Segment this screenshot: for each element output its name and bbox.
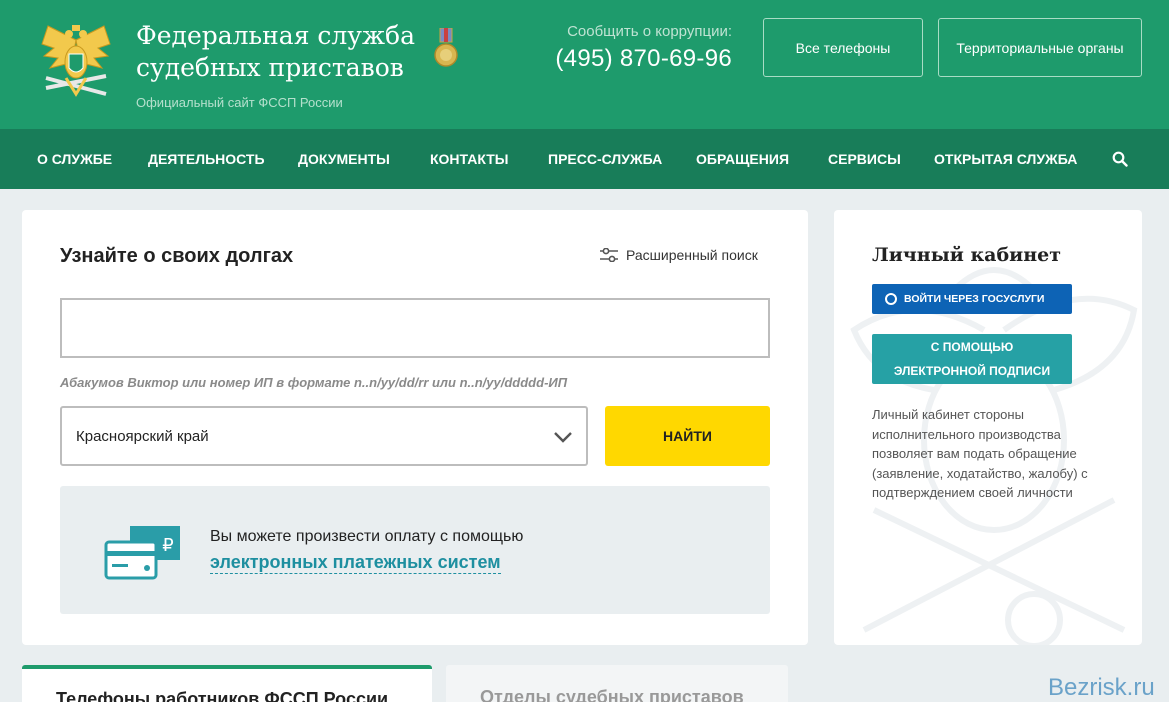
corruption-phone[interactable]: (495) 870-69-96: [520, 45, 732, 73]
tab-bailiff-departments[interactable]: Отделы судебных приставов: [446, 665, 788, 702]
search-icon[interactable]: [1112, 151, 1128, 167]
gosuslugi-ring-icon: [885, 293, 897, 305]
site-header: Федеральная служба судебных приставов Оф…: [0, 0, 1169, 129]
territorial-bodies-button[interactable]: Территориальные органы: [938, 18, 1142, 77]
debt-search-card: Узнайте о своих долгах Расширенный поиск…: [22, 210, 808, 645]
nav-item-contacts[interactable]: КОНТАКТЫ: [430, 151, 508, 167]
cabinet-title: Личный кабинет: [872, 244, 1062, 266]
payment-systems-link[interactable]: электронных платежных систем: [210, 552, 501, 574]
tab-employee-phones[interactable]: Телефоны работников ФССП России: [22, 665, 432, 702]
gosuslugi-label: ВОЙТИ ЧЕРЕЗ ГОСУСЛУГИ: [904, 293, 1045, 305]
digital-signature-button[interactable]: С ПОМОЩЬЮ ЭЛЕКТРОННОЙ ПОДПИСИ: [872, 334, 1072, 384]
advanced-search-label: Расширенный поиск: [626, 247, 758, 263]
search-hint: Абакумов Виктор или номер ИП в формате n…: [60, 375, 568, 390]
sliders-icon: [600, 248, 618, 262]
watermark-text: Bezrisk.ru: [1048, 674, 1155, 701]
site-subtitle: Официальный сайт ФССП России: [136, 95, 343, 110]
debtor-search-input[interactable]: [60, 298, 770, 358]
nav-item-activity[interactable]: ДЕЯТЕЛЬНОСТЬ: [148, 151, 265, 167]
debt-search-title: Узнайте о своих долгах: [60, 245, 294, 267]
main-nav: О СЛУЖБЕ ДЕЯТЕЛЬНОСТЬ ДОКУМЕНТЫ КОНТАКТЫ…: [0, 129, 1169, 189]
nav-item-services[interactable]: СЕРВИСЫ: [828, 151, 901, 167]
chevron-down-icon: [554, 432, 572, 443]
cabinet-description: Личный кабинет стороны исполнительного п…: [872, 407, 1088, 500]
region-select[interactable]: Красноярский край: [60, 406, 588, 466]
site-title[interactable]: Федеральная служба судебных приставов: [136, 20, 426, 84]
nav-item-press[interactable]: ПРЕСС-СЛУЖБА: [548, 151, 662, 167]
all-phones-button[interactable]: Все телефоны: [763, 18, 923, 77]
payment-info-box: ₽ Вы можете произвести оплату с помощью …: [60, 486, 770, 614]
ruble-icon: ₽: [162, 535, 173, 556]
card-payment-icon: ₽: [104, 526, 180, 580]
signature-label-line1: С ПОМОЩЬЮ: [930, 340, 1014, 354]
nav-item-appeals[interactable]: ОБРАЩЕНИЯ: [696, 151, 789, 167]
personal-cabinet-card: Личный кабинет ВОЙТИ ЧЕРЕЗ ГОСУСЛУГИ С П…: [834, 210, 1142, 645]
nav-item-open-service[interactable]: ОТКРЫТАЯ СЛУЖБА: [934, 151, 1077, 167]
corruption-label: Сообщить о коррупции:: [567, 23, 732, 40]
nav-item-about[interactable]: О СЛУЖБЕ: [37, 151, 112, 167]
fssp-emblem-logo[interactable]: [38, 22, 114, 104]
tab-employee-phones-label: Телефоны работников ФССП России: [56, 689, 389, 702]
gosuslugi-login-button[interactable]: ВОЙТИ ЧЕРЕЗ ГОСУСЛУГИ: [872, 284, 1072, 314]
nav-item-documents[interactable]: ДОКУМЕНТЫ: [298, 151, 390, 167]
medal-icon: [434, 28, 458, 67]
find-button[interactable]: НАЙТИ: [605, 406, 770, 466]
payment-text: Вы можете произвести оплату с помощью: [210, 528, 524, 545]
signature-label-line2: ЭЛЕКТРОННОЙ ПОДПИСИ: [893, 364, 1051, 378]
tab-bailiff-departments-label: Отделы судебных приставов: [480, 687, 744, 702]
region-selected-value: Красноярский край: [76, 427, 209, 445]
advanced-search-link[interactable]: Расширенный поиск: [600, 247, 758, 263]
